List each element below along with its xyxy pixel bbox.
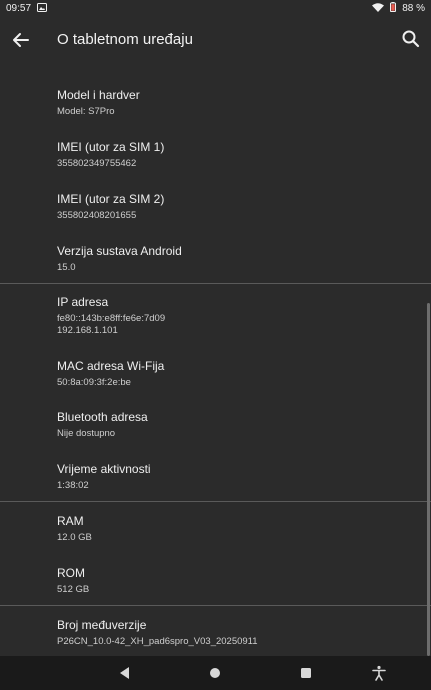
search-icon xyxy=(402,30,420,48)
item-value-secondary: 192.168.1.101 xyxy=(57,325,118,336)
nav-recents-button[interactable] xyxy=(298,665,314,681)
status-time: 09:57 xyxy=(6,3,32,14)
item-value: 12.0 GB xyxy=(57,532,92,543)
list-item-ram[interactable]: RAM 12.0 GB xyxy=(57,514,417,544)
list-item-android-version[interactable]: Verzija sustava Android 15.0 xyxy=(57,244,417,274)
list-item-model[interactable]: Model i hardver Model: S7Pro xyxy=(57,88,417,118)
search-button[interactable] xyxy=(401,29,421,49)
item-title: Verzija sustava Android xyxy=(57,244,182,258)
list-item-rom[interactable]: ROM 512 GB xyxy=(57,566,417,596)
item-title: Model i hardver xyxy=(57,88,140,102)
item-title: MAC adresa Wi-Fija xyxy=(57,359,165,373)
list-item-mac-address[interactable]: MAC adresa Wi-Fija 50:8a:09:3f:2e:be xyxy=(57,359,417,389)
nav-home-button[interactable] xyxy=(207,665,223,681)
settings-list[interactable]: Model i hardver Model: S7Pro IMEI (utor … xyxy=(0,63,431,656)
nav-accessibility-button[interactable] xyxy=(371,665,387,681)
list-item-uptime[interactable]: Vrijeme aktivnosti 1:38:02 xyxy=(57,462,417,492)
item-value: 512 GB xyxy=(57,584,90,595)
list-item-ip-address[interactable]: IP adresa fe80::143b:e8ff:fe6e:7d09 192.… xyxy=(57,295,417,337)
nav-back-button[interactable] xyxy=(117,665,133,681)
divider xyxy=(0,283,431,284)
item-title: Bluetooth adresa xyxy=(57,410,148,424)
list-item-imei-sim2[interactable]: IMEI (utor za SIM 2) 355802408201655 xyxy=(57,192,417,222)
item-value: Nije dostupno xyxy=(57,428,116,439)
list-item-bluetooth-address[interactable]: Bluetooth adresa Nije dostupno xyxy=(57,410,417,440)
app-bar: O tabletnom uređaju xyxy=(0,17,431,63)
battery-icon xyxy=(390,2,397,15)
circle-home-icon xyxy=(210,668,220,678)
item-title: Broj međuverzije xyxy=(57,618,147,632)
item-title: IMEI (utor za SIM 2) xyxy=(57,192,165,206)
item-value: 50:8a:09:3f:2e:be xyxy=(57,377,131,388)
triangle-back-icon xyxy=(120,667,129,679)
wifi-icon xyxy=(372,2,385,15)
item-title: Vrijeme aktivnosti xyxy=(57,462,151,476)
list-item-build-number[interactable]: Broj međuverzije P26CN_10.0-42_XH_pad6sp… xyxy=(57,618,417,648)
item-value: 15.0 xyxy=(57,262,76,273)
item-value: fe80::143b:e8ff:fe6e:7d09 xyxy=(57,313,166,324)
accessibility-icon xyxy=(372,665,386,681)
item-title: IMEI (utor za SIM 1) xyxy=(57,140,165,154)
list-item-imei-sim1[interactable]: IMEI (utor za SIM 1) 355802349755462 xyxy=(57,140,417,170)
item-title: IP adresa xyxy=(57,295,109,309)
item-value: 355802408201655 xyxy=(57,210,137,221)
divider xyxy=(0,605,431,606)
item-title: ROM xyxy=(57,566,85,580)
item-value: P26CN_10.0-42_XH_pad6spro_V03_20250911 xyxy=(57,636,258,647)
status-bar: 09:57 88 % xyxy=(0,0,431,17)
back-button[interactable] xyxy=(10,29,32,51)
item-value: Model: S7Pro xyxy=(57,106,115,117)
page-title: O tabletnom uređaju xyxy=(57,31,193,48)
battery-percent: 88 % xyxy=(402,3,425,14)
square-recents-icon xyxy=(301,668,311,678)
divider xyxy=(0,501,431,502)
navigation-bar xyxy=(0,656,431,690)
arrow-left-icon xyxy=(13,33,29,47)
item-title: RAM xyxy=(57,514,84,528)
image-notification-icon xyxy=(37,2,48,15)
scrollbar[interactable] xyxy=(427,303,430,656)
item-value: 1:38:02 xyxy=(57,480,89,491)
item-value: 355802349755462 xyxy=(57,158,137,169)
